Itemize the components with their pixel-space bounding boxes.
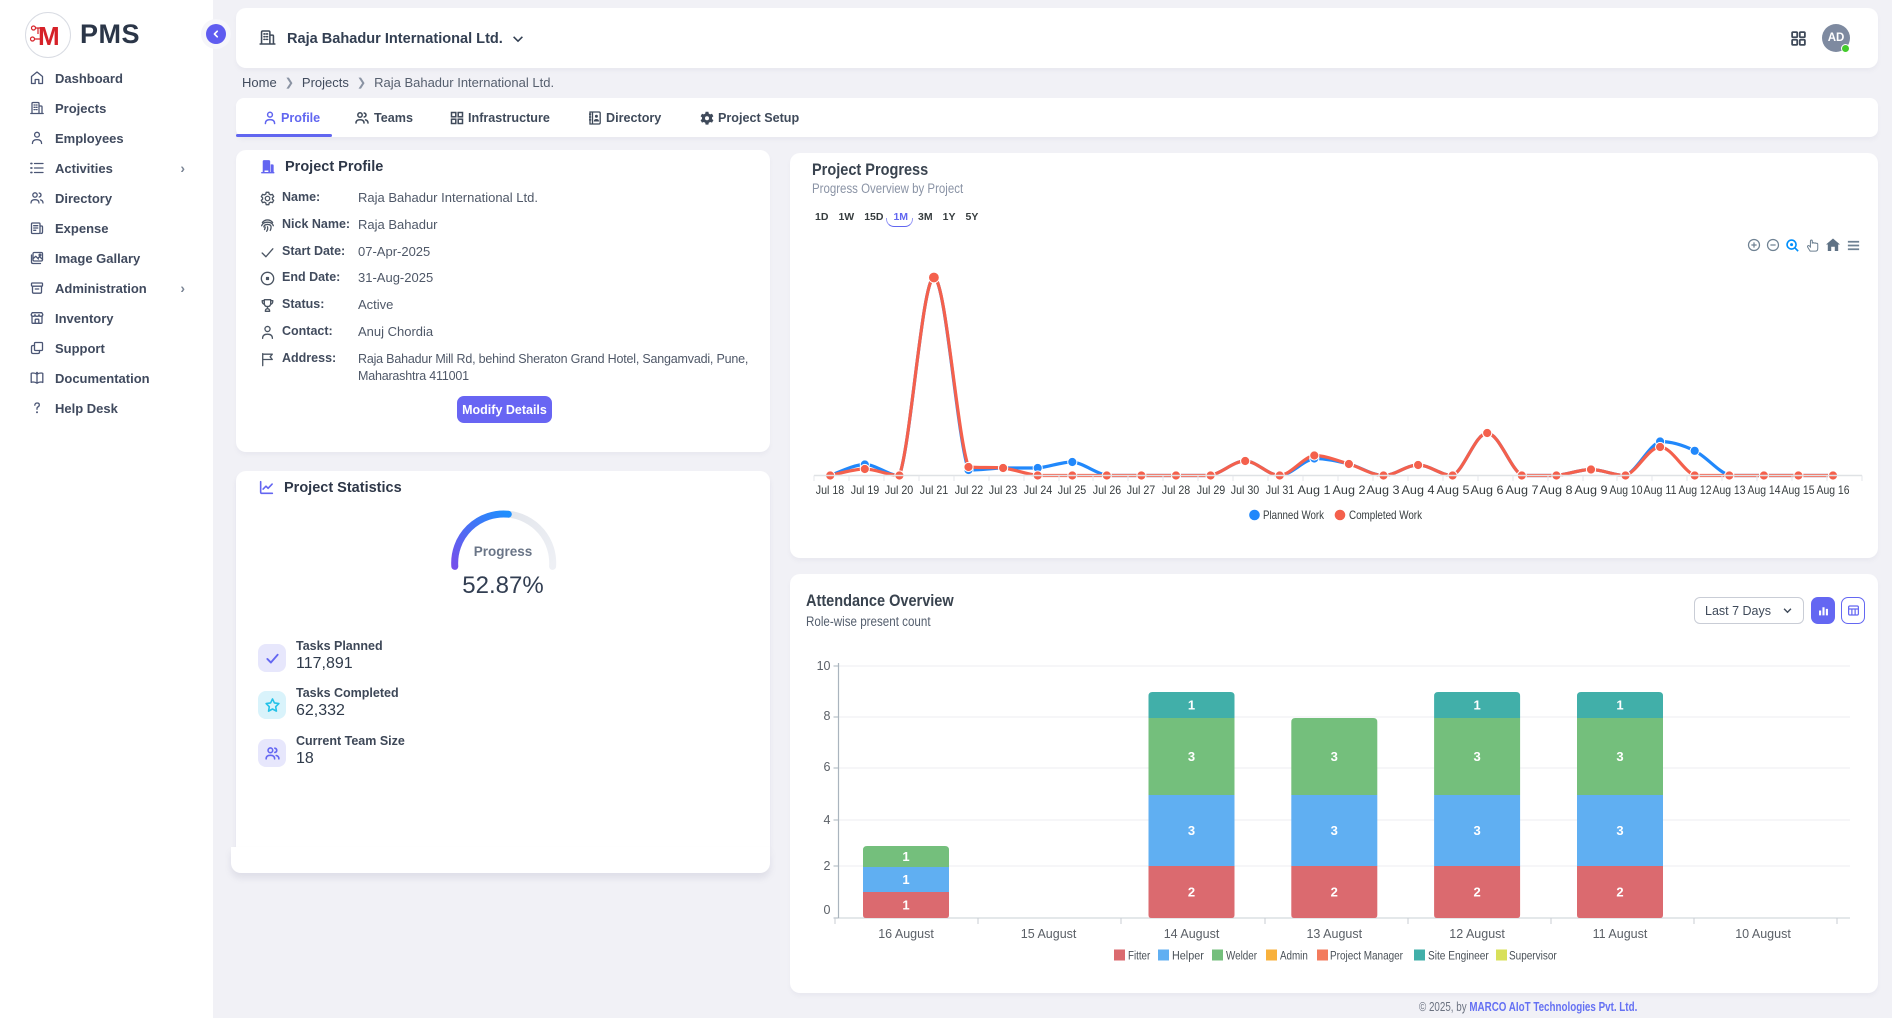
svg-text:Jul 24: Jul 24 <box>1024 484 1053 497</box>
svg-text:M: M <box>38 21 60 50</box>
svg-text:1: 1 <box>902 849 909 864</box>
svg-text:2: 2 <box>1616 885 1623 900</box>
svg-text:Completed Work: Completed Work <box>1349 508 1423 522</box>
svg-text:Aug 12: Aug 12 <box>1679 484 1712 497</box>
svg-text:14 August: 14 August <box>1164 927 1220 941</box>
svg-text:2: 2 <box>1473 885 1480 900</box>
svg-text:Aug 11: Aug 11 <box>1644 484 1677 497</box>
svg-text:Jul 25: Jul 25 <box>1058 484 1087 497</box>
svg-text:Aug 14: Aug 14 <box>1748 484 1781 497</box>
svg-text:Aug 16: Aug 16 <box>1817 484 1850 497</box>
svg-text:3: 3 <box>1473 823 1480 838</box>
svg-text:11 August: 11 August <box>1593 927 1648 941</box>
svg-text:Jul 27: Jul 27 <box>1127 484 1156 497</box>
svg-text:Site Engineer: Site Engineer <box>1428 949 1489 963</box>
svg-text:Jul 19: Jul 19 <box>851 484 880 497</box>
svg-text:2: 2 <box>824 859 831 873</box>
svg-text:Aug 9: Aug 9 <box>1575 484 1608 497</box>
svg-text:16 August: 16 August <box>878 927 934 941</box>
svg-text:3: 3 <box>1616 823 1623 838</box>
svg-text:10 August: 10 August <box>1735 927 1791 941</box>
svg-text:6: 6 <box>824 760 831 774</box>
svg-text:Jul 20: Jul 20 <box>885 484 914 497</box>
svg-text:4: 4 <box>824 813 831 827</box>
svg-text:Aug 3: Aug 3 <box>1367 484 1400 497</box>
svg-text:1: 1 <box>902 898 909 913</box>
svg-text:1: 1 <box>902 872 909 887</box>
svg-text:10: 10 <box>817 659 831 673</box>
svg-text:Planned Work: Planned Work <box>1263 508 1325 522</box>
svg-text:Aug 15: Aug 15 <box>1782 484 1815 497</box>
svg-text:2: 2 <box>1188 885 1195 900</box>
svg-text:Aug 8: Aug 8 <box>1540 484 1573 497</box>
svg-text:Welder: Welder <box>1226 949 1257 963</box>
svg-text:Fitter: Fitter <box>1128 949 1150 963</box>
svg-text:15 August: 15 August <box>1021 927 1077 941</box>
svg-text:0: 0 <box>824 903 831 917</box>
svg-text:3: 3 <box>1331 749 1338 764</box>
svg-text:Project Manager: Project Manager <box>1330 949 1403 963</box>
svg-text:Aug 6: Aug 6 <box>1471 484 1504 497</box>
svg-text:Jul 28: Jul 28 <box>1162 484 1191 497</box>
svg-text:8: 8 <box>824 709 831 723</box>
svg-text:Jul 18: Jul 18 <box>816 484 845 497</box>
svg-text:2: 2 <box>1331 885 1338 900</box>
svg-text:Jul 29: Jul 29 <box>1197 484 1226 497</box>
svg-text:Helper: Helper <box>1172 949 1204 963</box>
svg-text:Aug 13: Aug 13 <box>1713 484 1746 497</box>
svg-text:Admin: Admin <box>1280 949 1308 963</box>
svg-text:Jul 23: Jul 23 <box>989 484 1018 497</box>
svg-text:1: 1 <box>1188 698 1195 713</box>
svg-text:3: 3 <box>1188 749 1195 764</box>
svg-text:Aug 2: Aug 2 <box>1333 484 1366 497</box>
svg-text:Jul 30: Jul 30 <box>1231 484 1260 497</box>
svg-text:Jul 31: Jul 31 <box>1266 484 1295 497</box>
svg-text:Aug 7: Aug 7 <box>1506 484 1539 497</box>
svg-text:13 August: 13 August <box>1306 927 1362 941</box>
svg-text:Jul 21: Jul 21 <box>920 484 949 497</box>
svg-text:1: 1 <box>1616 698 1623 713</box>
svg-text:3: 3 <box>1188 823 1195 838</box>
svg-text:Jul 22: Jul 22 <box>955 484 984 497</box>
svg-text:3: 3 <box>1473 749 1480 764</box>
svg-text:3: 3 <box>1616 749 1623 764</box>
svg-text:3: 3 <box>1331 823 1338 838</box>
svg-text:Aug 4: Aug 4 <box>1402 484 1436 497</box>
svg-text:Aug 10: Aug 10 <box>1610 484 1643 497</box>
svg-text:Aug 5: Aug 5 <box>1437 484 1470 497</box>
svg-text:1: 1 <box>1473 698 1480 713</box>
svg-text:Aug 1: Aug 1 <box>1298 484 1331 497</box>
svg-text:Jul 26: Jul 26 <box>1093 484 1122 497</box>
svg-text:12 August: 12 August <box>1449 927 1505 941</box>
svg-text:Supervisor: Supervisor <box>1509 949 1557 963</box>
